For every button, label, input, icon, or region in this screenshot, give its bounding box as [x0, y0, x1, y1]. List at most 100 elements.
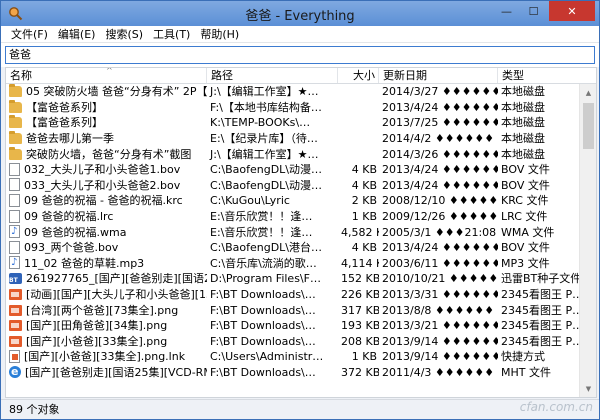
object-count: 89 个对象 [9, 403, 60, 416]
file-type: BOV 文件 [501, 178, 550, 192]
table-row[interactable]: 09 爸爸的祝福.lrc E:\音乐欣赏！！逢… 1 KB 2009/12/26… [6, 209, 596, 225]
file-type: BOV 文件 [501, 163, 550, 177]
title-bar[interactable]: 爸爸 - Everything — ☐ ✕ [1, 1, 599, 26]
file-type: KRC 文件 [501, 194, 549, 208]
column-date-header[interactable]: 更新日期 [379, 68, 498, 83]
sort-ascending-icon: ^ [106, 67, 113, 75]
file-path: F:\BT Downloads\… [210, 319, 316, 333]
table-row[interactable]: 09 爸爸的祝福.wma E:\音乐欣赏！！逢… 4,582 KB 2005/3… [6, 224, 596, 240]
shortcut-file-icon [9, 349, 20, 363]
table-row[interactable]: [动画][国产][大头儿子和小头爸爸][156集]… F:\BT Downloa… [6, 287, 596, 303]
close-button[interactable]: ✕ [549, 1, 595, 21]
file-path: F:\【本地书库结构备… [210, 100, 322, 114]
minimize-button[interactable]: — [493, 1, 520, 21]
table-row[interactable]: 爸爸去哪儿第一季 E:\【纪录片库】（待… 2014/4/2 ♦♦♦♦♦♦ 7:… [6, 131, 596, 147]
file-name: 【富爸爸系列】 [26, 116, 103, 130]
file-type: 2345看图王 P… [501, 334, 584, 348]
vertical-scrollbar[interactable]: ▲ ▼ [579, 84, 596, 397]
table-row[interactable]: 033_大头儿子和小头爸爸2.bov C:\BaofengDL\动漫… 4 KB… [6, 178, 596, 194]
menu-tools[interactable]: 工具(T) [149, 26, 196, 42]
audio-file-icon [9, 225, 20, 239]
table-row[interactable]: 11_02 爸爸的草鞋.mp3 C:\音乐库\流淌的歌… 4,114 KB 20… [6, 256, 596, 272]
file-date: 2005/3/1 ♦♦♦21:08 ♦♦♩ [382, 225, 498, 239]
folder-icon [9, 115, 22, 129]
file-size: 2 KB [351, 194, 377, 208]
table-row[interactable]: [国产][小爸爸][33集全].png.lnk C:\Users\Adminis… [6, 349, 596, 365]
image-file-icon [9, 304, 22, 316]
table-row[interactable]: [国产][田角爸爸][34集].png F:\BT Downloads\… 19… [6, 318, 596, 334]
file-path: C:\BaofengDL\动漫… [210, 163, 323, 177]
menu-edit[interactable]: 编辑(E) [54, 26, 102, 42]
table-row[interactable]: [国产][爸爸别走][国语25集][VCD-RMVB]… F:\BT Downl… [6, 365, 596, 381]
status-bar: 89 个对象 [1, 399, 599, 419]
file-name: 033_大头儿子和小头爸爸2.bov [24, 178, 181, 192]
file-path: C:\BaofengDL\动漫… [210, 178, 323, 192]
file-name: 05 突破防火墙 爸爸“分身有术” 2P【黑客… [26, 85, 207, 99]
document-file-icon [9, 209, 20, 223]
file-type: BOV 文件 [501, 241, 550, 255]
table-row[interactable]: 093_两个爸爸.bov C:\BaofengDL\港台… 4 KB 2013/… [6, 240, 596, 256]
table-row[interactable]: 05 突破防火墙 爸爸“分身有术” 2P【黑客… J:\【编辑工作室】★… 20… [6, 84, 596, 100]
file-date: 2011/4/3 ♦♦♦♦♦♦ 14:52 [382, 365, 498, 379]
folder-icon [9, 84, 22, 98]
table-row[interactable]: 09 爸爸的祝福 - 爸爸的祝福.krc C:\KuGou\Lyric 2 KB… [6, 193, 596, 209]
file-size: 226 KB [341, 288, 379, 302]
table-row[interactable]: [台湾][两个爸爸][73集全].png F:\BT Downloads\… 3… [6, 302, 596, 318]
menu-file[interactable]: 文件(F) [7, 26, 54, 42]
file-date: 2013/4/24 ♦♦♦♦♦♦ 22:33 [382, 241, 498, 255]
table-row[interactable]: [国产][小爸爸][33集全].png F:\BT Downloads\… 20… [6, 334, 596, 350]
maximize-button[interactable]: ☐ [520, 1, 547, 21]
table-row[interactable]: 032_大头儿子和小头爸爸1.bov C:\BaofengDL\动漫… 4 KB… [6, 162, 596, 178]
scroll-down-icon[interactable]: ▼ [580, 380, 596, 397]
file-type: 迅雷BT种子文件 [501, 272, 582, 286]
scrollbar-thumb[interactable] [583, 103, 594, 149]
column-size-header[interactable]: 大小 [338, 68, 379, 83]
file-name: [国产][田角爸爸][34集].png [26, 319, 168, 333]
watermark: cfan.com.cn [519, 400, 593, 414]
results-list: 名称 路径 大小 更新日期 类型 ^ 05 突破防火墙 爸爸“分身有术” 2P【… [5, 67, 597, 398]
file-date: 2010/10/21 ♦♦♦♦♦♦ 14:09 [382, 272, 498, 286]
search-input[interactable]: 爸爸 [5, 46, 595, 64]
column-type-header[interactable]: 类型 [498, 68, 584, 83]
file-type: 2345看图王 P… [501, 303, 584, 317]
column-path-header[interactable]: 路径 [207, 68, 338, 83]
file-size: 1 KB [351, 350, 377, 364]
file-path: C:\音乐库\流淌的歌… [210, 256, 317, 270]
file-type: 快捷方式 [501, 350, 545, 364]
table-row[interactable]: 261927765_[国产][爸爸别走][国语25集]… D:\Program … [6, 271, 596, 287]
internet-explorer-icon [9, 365, 21, 379]
folder-icon [9, 99, 22, 113]
file-date: 2013/9/14 ♦♦♦♦♦♦ 23:32 [382, 350, 498, 364]
file-path: F:\BT Downloads\… [210, 365, 316, 379]
menu-search[interactable]: 搜索(S) [101, 26, 149, 42]
menu-help[interactable]: 帮助(H) [196, 26, 245, 42]
table-row[interactable]: 突破防火墙，爸爸“分身有术”截图 J:\【编辑工作室】★… 2014/3/26 … [6, 146, 596, 162]
document-file-icon [9, 240, 20, 254]
file-name: 261927765_[国产][爸爸别走][国语25集]… [26, 272, 207, 286]
file-type: LRC 文件 [501, 210, 548, 224]
file-path: E:\音乐欣赏！！逢… [210, 210, 313, 224]
file-date: 2003/6/11 ♦♦♦♦♦♦ 14:36 [382, 256, 498, 270]
file-path: C:\Users\Administr… [210, 350, 324, 364]
table-row[interactable]: 【富爸爸系列】 F:\【本地书库结构备… 2013/4/24 ♦♦♦♦♦♦ 13… [6, 99, 596, 116]
file-size: 152 KB [341, 272, 379, 286]
file-path: F:\BT Downloads\… [210, 303, 316, 317]
file-size: 1 KB [351, 210, 377, 224]
document-file-icon [9, 193, 20, 207]
file-path: J:\【编辑工作室】★… [210, 85, 319, 99]
file-path: F:\BT Downloads\… [210, 334, 316, 348]
table-row[interactable]: 【富爸爸系列】 K:\TEMP-BOOKs\… 2013/7/25 ♦♦♦♦♦♦… [6, 115, 596, 131]
file-size: 4 KB [351, 178, 377, 192]
file-type: WMA 文件 [501, 225, 555, 239]
file-type: 2345看图王 P… [501, 319, 584, 333]
torrent-file-icon [9, 273, 22, 286]
file-date: 2009/12/26 ♦♦♦♦♦♦ 12:21 [382, 210, 498, 224]
image-file-icon [9, 335, 22, 347]
file-date: 2013/4/24 ♦♦♦♦♦♦ 22:33 [382, 178, 498, 192]
file-type: 本地磁盘 [501, 132, 545, 146]
file-path: D:\Program Files\F… [210, 272, 321, 286]
file-name: 09 爸爸的祝福.wma [24, 225, 127, 239]
scroll-up-icon[interactable]: ▲ [580, 84, 596, 101]
file-type: 2345看图王 P… [501, 288, 584, 302]
file-path: C:\BaofengDL\港台… [210, 241, 323, 255]
